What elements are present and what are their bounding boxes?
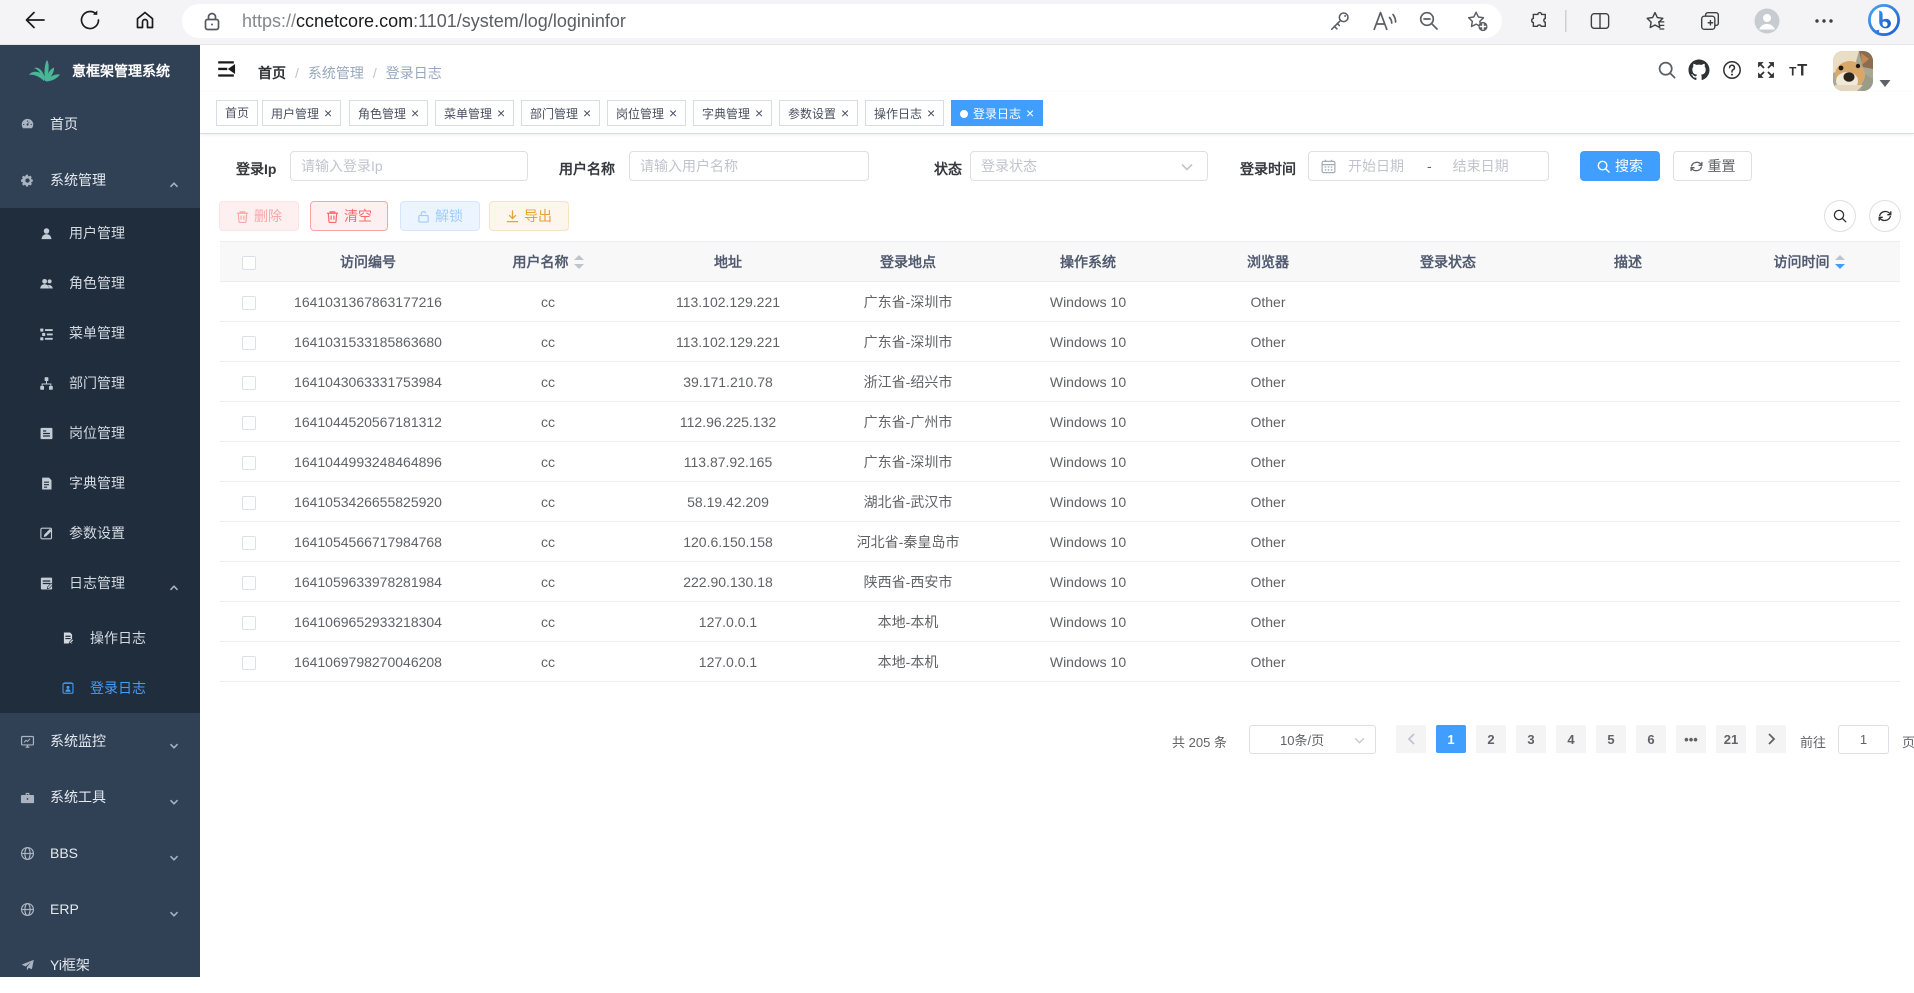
svg-text:T: T [1789,64,1797,78]
svg-text:T: T [1797,61,1807,79]
